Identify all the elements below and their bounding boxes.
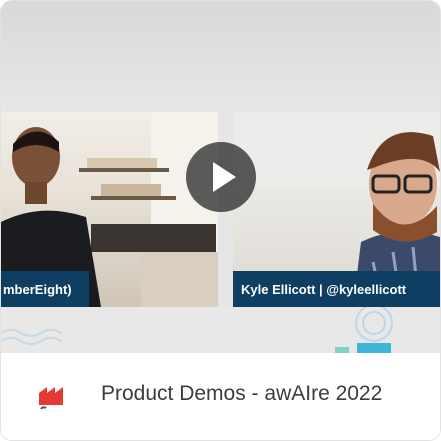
- video-thumbnail[interactable]: mberEight) Kyle Ellicott | @kyleellicott: [1, 1, 440, 353]
- play-button[interactable]: [186, 142, 256, 212]
- speaker-name-left: mberEight): [3, 281, 72, 297]
- speaker-name-banner-right: Kyle Ellicott | @kyleellicott: [233, 271, 440, 307]
- video-card[interactable]: mberEight) Kyle Ellicott | @kyleellicott: [0, 0, 441, 441]
- decorative-footer-graphics: [1, 307, 440, 353]
- decorative-waves-icon: [1, 307, 393, 353]
- speaker-name-right: Kyle Ellicott | @kyleellicott: [241, 281, 407, 297]
- thumbnail-background: [1, 1, 440, 113]
- app-logo-icon: [39, 387, 63, 410]
- video-title[interactable]: Product Demos - awAIre 2022: [101, 382, 421, 406]
- play-icon: [213, 162, 236, 192]
- speaker-name-banner-left: mberEight): [1, 271, 89, 307]
